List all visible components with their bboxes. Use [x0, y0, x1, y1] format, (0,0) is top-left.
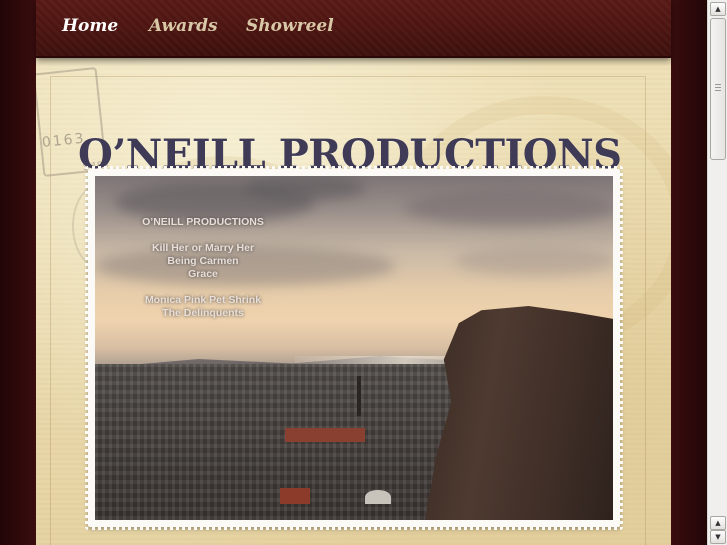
- photo-frame: O’NEILL PRODUCTIONS Kill Her or Marry He…: [85, 166, 623, 530]
- grip-line: [715, 87, 721, 88]
- left-border: [0, 0, 36, 545]
- arrow-up-icon[interactable]: ▲: [710, 516, 726, 530]
- edinburgh-skyline-photo: O’NEILL PRODUCTIONS Kill Her or Marry He…: [95, 176, 613, 520]
- vertical-scrollbar[interactable]: ▲ ▲ ▼: [707, 0, 727, 545]
- nav-item-awards[interactable]: Awards: [149, 16, 218, 36]
- main-nav: Home Awards Showreel: [36, 0, 671, 58]
- overlay-film-title: The Delinquents: [162, 307, 244, 319]
- overlay-company-name: O’NEILL PRODUCTIONS: [142, 216, 264, 228]
- arrow-down-icon[interactable]: ▼: [710, 530, 726, 544]
- cloud: [245, 176, 365, 200]
- grip-line: [715, 90, 721, 91]
- cloud: [405, 190, 613, 226]
- arrow-up-icon[interactable]: ▲: [710, 2, 726, 16]
- cloud: [455, 246, 613, 276]
- overlay-film-title: Monica Pink Pet Shrink: [144, 294, 262, 306]
- overlay-film-title: Being Carmen: [167, 255, 239, 267]
- church-spire: [357, 376, 361, 416]
- red-roof: [285, 428, 365, 442]
- dome-roof: [365, 490, 391, 504]
- content-area: 0163 S 180 O’NEILL PRODUCTIONS O’NEILL P…: [36, 56, 671, 545]
- scrollbar-thumb[interactable]: [710, 18, 726, 160]
- overlay-film-title: Grace: [188, 268, 218, 280]
- right-border: [671, 0, 707, 545]
- red-roof: [280, 488, 310, 504]
- nav-item-showreel[interactable]: Showreel: [246, 16, 334, 36]
- overlay-film-title: Kill Her or Marry Her: [151, 242, 255, 254]
- nav-item-home[interactable]: Home: [62, 16, 118, 36]
- castle-rock-cliff: [425, 306, 613, 520]
- grip-line: [715, 84, 721, 85]
